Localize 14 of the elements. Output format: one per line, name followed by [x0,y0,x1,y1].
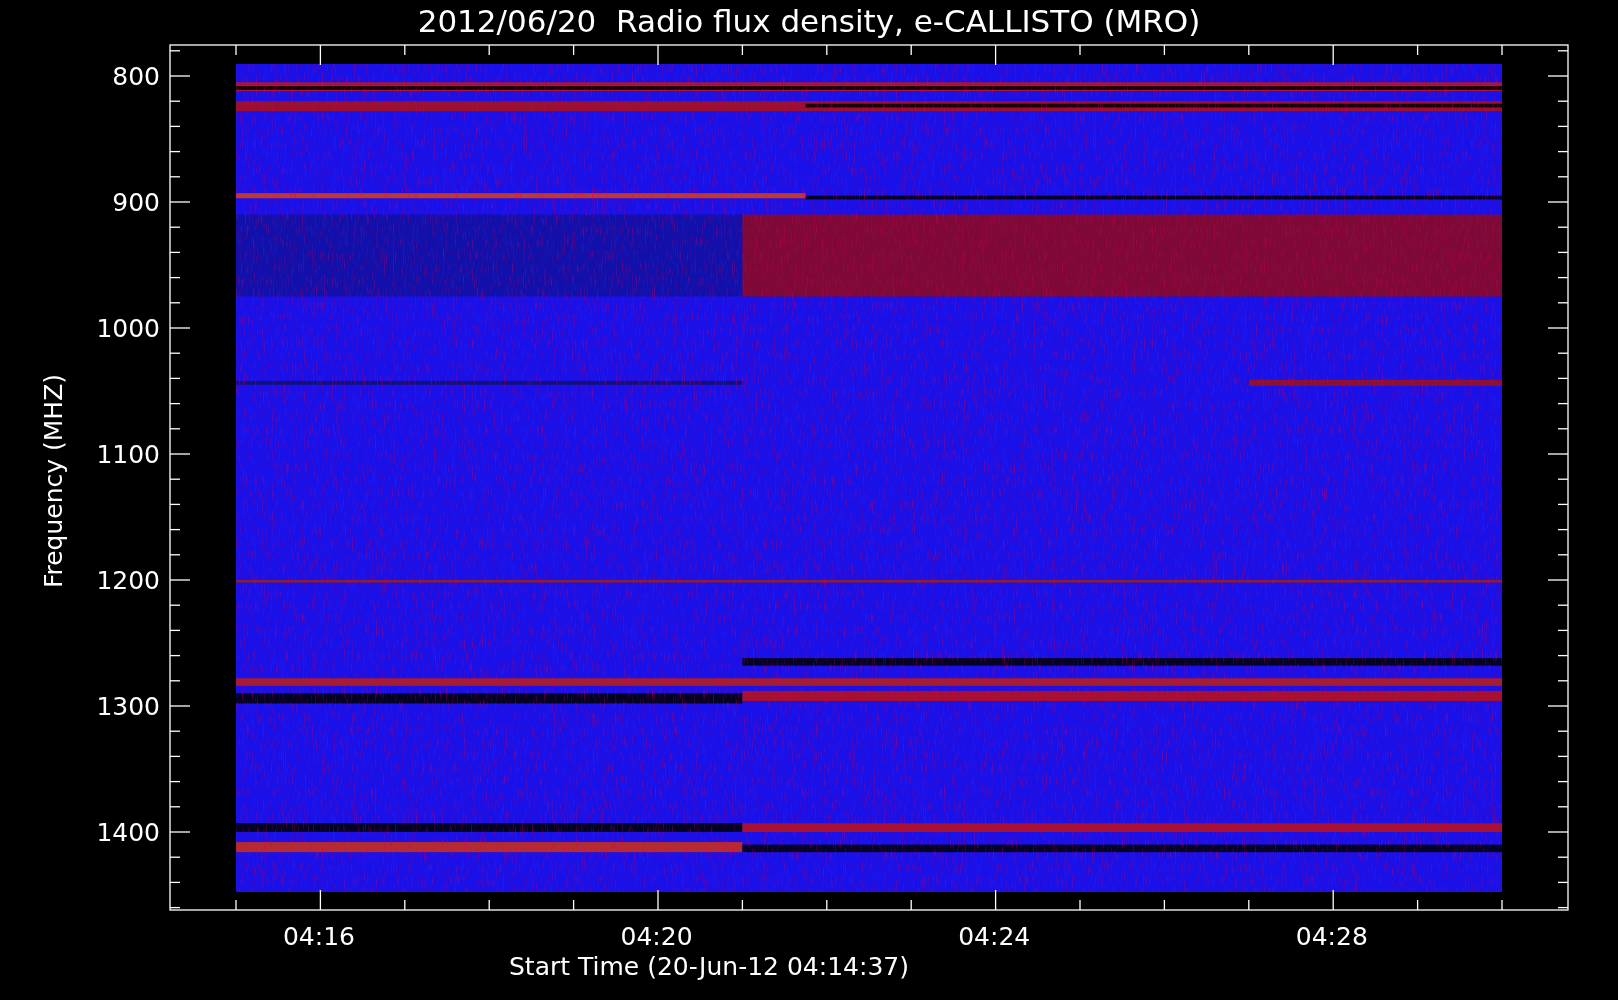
y-tick-label: 1300 [96,692,160,721]
y-tick-label: 1000 [96,314,160,343]
y-tick-label: 900 [112,188,160,217]
y-axis-label: Frequency (MHZ) [39,373,68,589]
x-tick-label: 04:16 [283,922,355,951]
x-tick-label: 04:20 [620,922,693,951]
x-axis-label: Start Time (20-Jun-12 04:14:37) [509,952,909,981]
y-tick-label: 1100 [96,440,160,469]
x-tick-label: 04:24 [958,922,1031,951]
y-tick-label: 800 [112,62,160,91]
x-tick-label: 04:28 [1295,922,1368,951]
chart-title: 2012/06/20 Radio flux density, e-CALLISTO (MRO) [417,3,1201,39]
y-tick-label: 1200 [96,566,160,595]
y-tick-label: 1400 [96,818,160,847]
